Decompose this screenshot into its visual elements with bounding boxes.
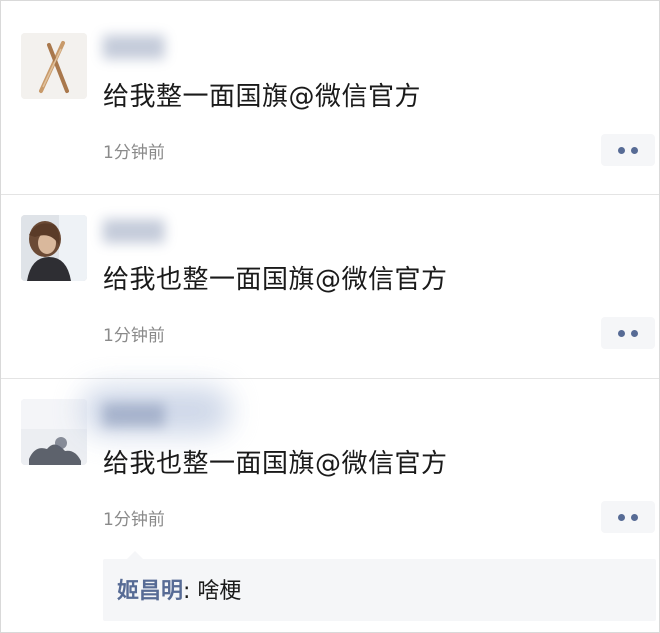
post-time: 1分钟前 — [103, 510, 165, 530]
moment-post: ████ 给我整一面国旗@微信官方 1分钟前 — [1, 1, 659, 194]
crossed-sticks-avatar-image — [21, 33, 87, 99]
avatar[interactable] — [21, 33, 87, 99]
more-actions-button[interactable] — [601, 317, 655, 349]
more-dots-icon — [618, 146, 625, 154]
avatar[interactable] — [21, 215, 87, 281]
more-dots-icon — [631, 146, 638, 154]
avatar[interactable] — [21, 399, 87, 465]
comment-section: 姬昌明: 啥梗 — [103, 551, 656, 621]
more-dots-icon — [631, 329, 638, 337]
post-content: 给我也整一面国旗@微信官方 — [103, 449, 448, 479]
post-time: 1分钟前 — [103, 326, 165, 346]
moment-post: ████ 给我也整一面国旗@微信官方 1分钟前 姬昌明: 啥梗 — [1, 379, 659, 632]
nickname-redacted[interactable]: ████ — [103, 403, 165, 427]
moments-feed: ████ 给我整一面国旗@微信官方 1分钟前 ████ 给我也整一面国旗@微信官… — [1, 1, 659, 632]
post-content: 给我整一面国旗@微信官方 — [103, 82, 422, 112]
more-actions-button[interactable] — [601, 501, 655, 533]
nickname-redacted[interactable]: ████ — [103, 35, 165, 59]
moment-post: ████ 给我也整一面国旗@微信官方 1分钟前 — [1, 195, 659, 378]
post-content: 给我也整一面国旗@微信官方 — [103, 265, 448, 295]
more-dots-icon — [618, 329, 625, 337]
more-dots-icon — [631, 513, 638, 521]
person-avatar-image — [21, 215, 87, 281]
more-dots-icon — [618, 513, 625, 521]
comment-text: 啥梗 — [197, 579, 242, 604]
post-time: 1分钟前 — [103, 143, 165, 163]
comment-pointer — [127, 551, 143, 559]
comment-author[interactable]: 姬昌明 — [117, 579, 183, 604]
comment-separator: : — [183, 579, 198, 604]
blurred-avatar-image — [21, 399, 87, 465]
nickname-redacted[interactable]: ████ — [103, 219, 165, 243]
more-actions-button[interactable] — [601, 134, 655, 166]
comment-item[interactable]: 姬昌明: 啥梗 — [117, 573, 241, 605]
